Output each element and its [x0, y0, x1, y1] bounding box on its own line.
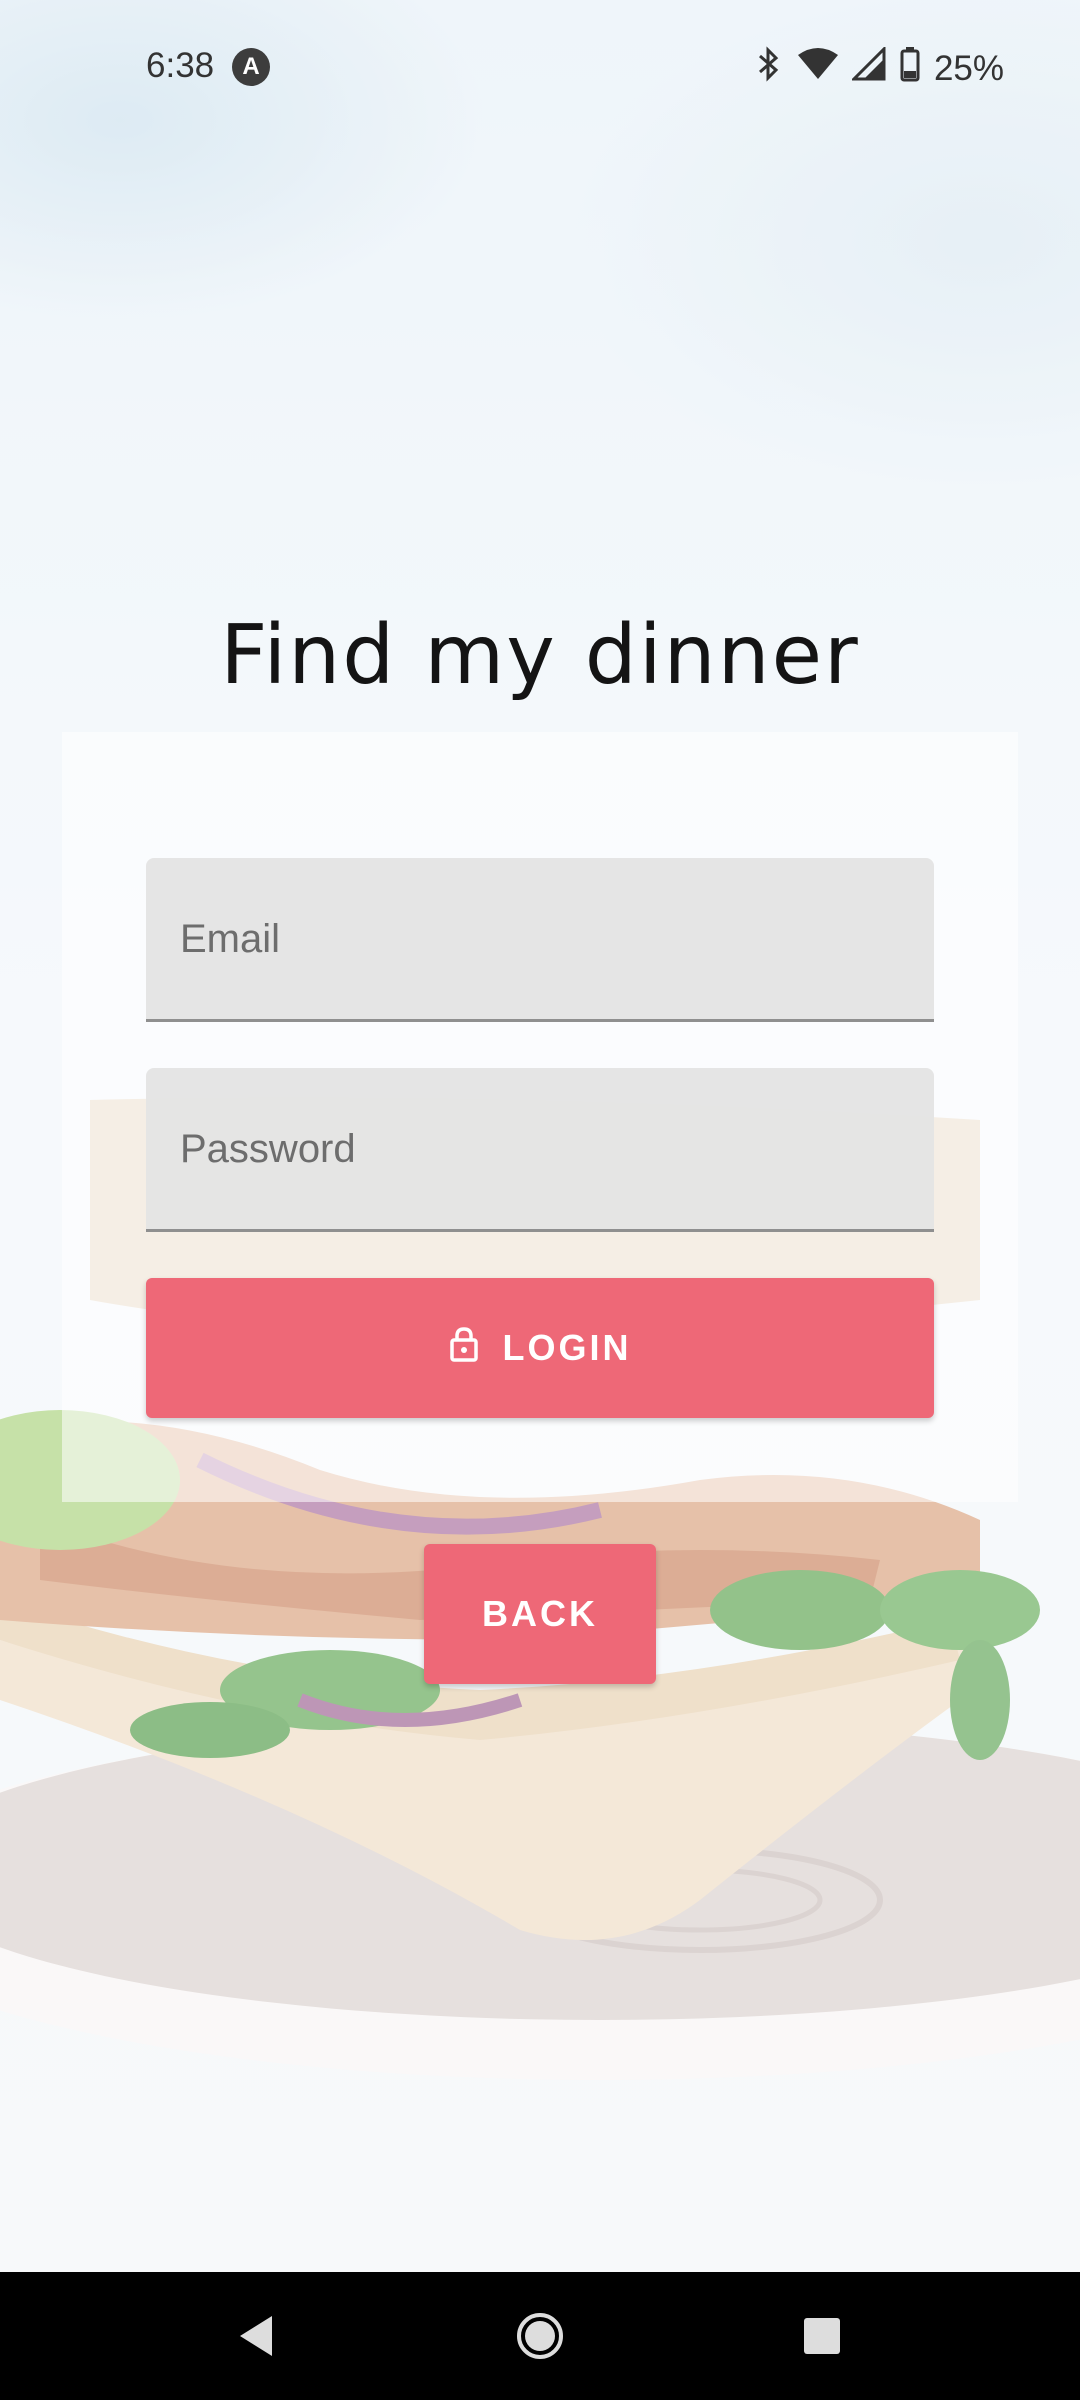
battery-percent: 25%	[933, 48, 1004, 88]
password-field[interactable]	[146, 1068, 934, 1232]
email-field[interactable]	[146, 858, 934, 1022]
wifi-icon	[797, 47, 838, 90]
home-icon	[517, 2313, 563, 2359]
back-label: BACK	[482, 1593, 598, 1634]
nav-home-button[interactable]	[480, 2272, 600, 2400]
battery-icon	[900, 46, 920, 91]
password-input[interactable]	[178, 1068, 902, 1231]
status-time: 6:38	[146, 46, 215, 85]
nav-recents-button[interactable]	[762, 2272, 882, 2400]
app-title: Find my dinner	[220, 608, 860, 703]
lock-icon	[449, 1326, 479, 1371]
back-icon	[240, 2316, 272, 2356]
status-icons: 25%	[754, 45, 1004, 91]
cell-signal-icon	[850, 45, 886, 90]
email-input[interactable]	[178, 858, 902, 1021]
nav-back-button[interactable]	[196, 2272, 316, 2400]
recents-icon	[804, 2318, 840, 2354]
login-button[interactable]: LOGIN	[146, 1278, 934, 1418]
bluetooth-icon	[754, 46, 784, 91]
system-nav-bar	[0, 2272, 1080, 2400]
app-notification-icon: A	[232, 48, 270, 86]
back-button[interactable]: BACK	[424, 1544, 656, 1684]
login-label: LOGIN	[502, 1327, 632, 1368]
status-bar: 6:38 A 25%	[0, 0, 1080, 136]
